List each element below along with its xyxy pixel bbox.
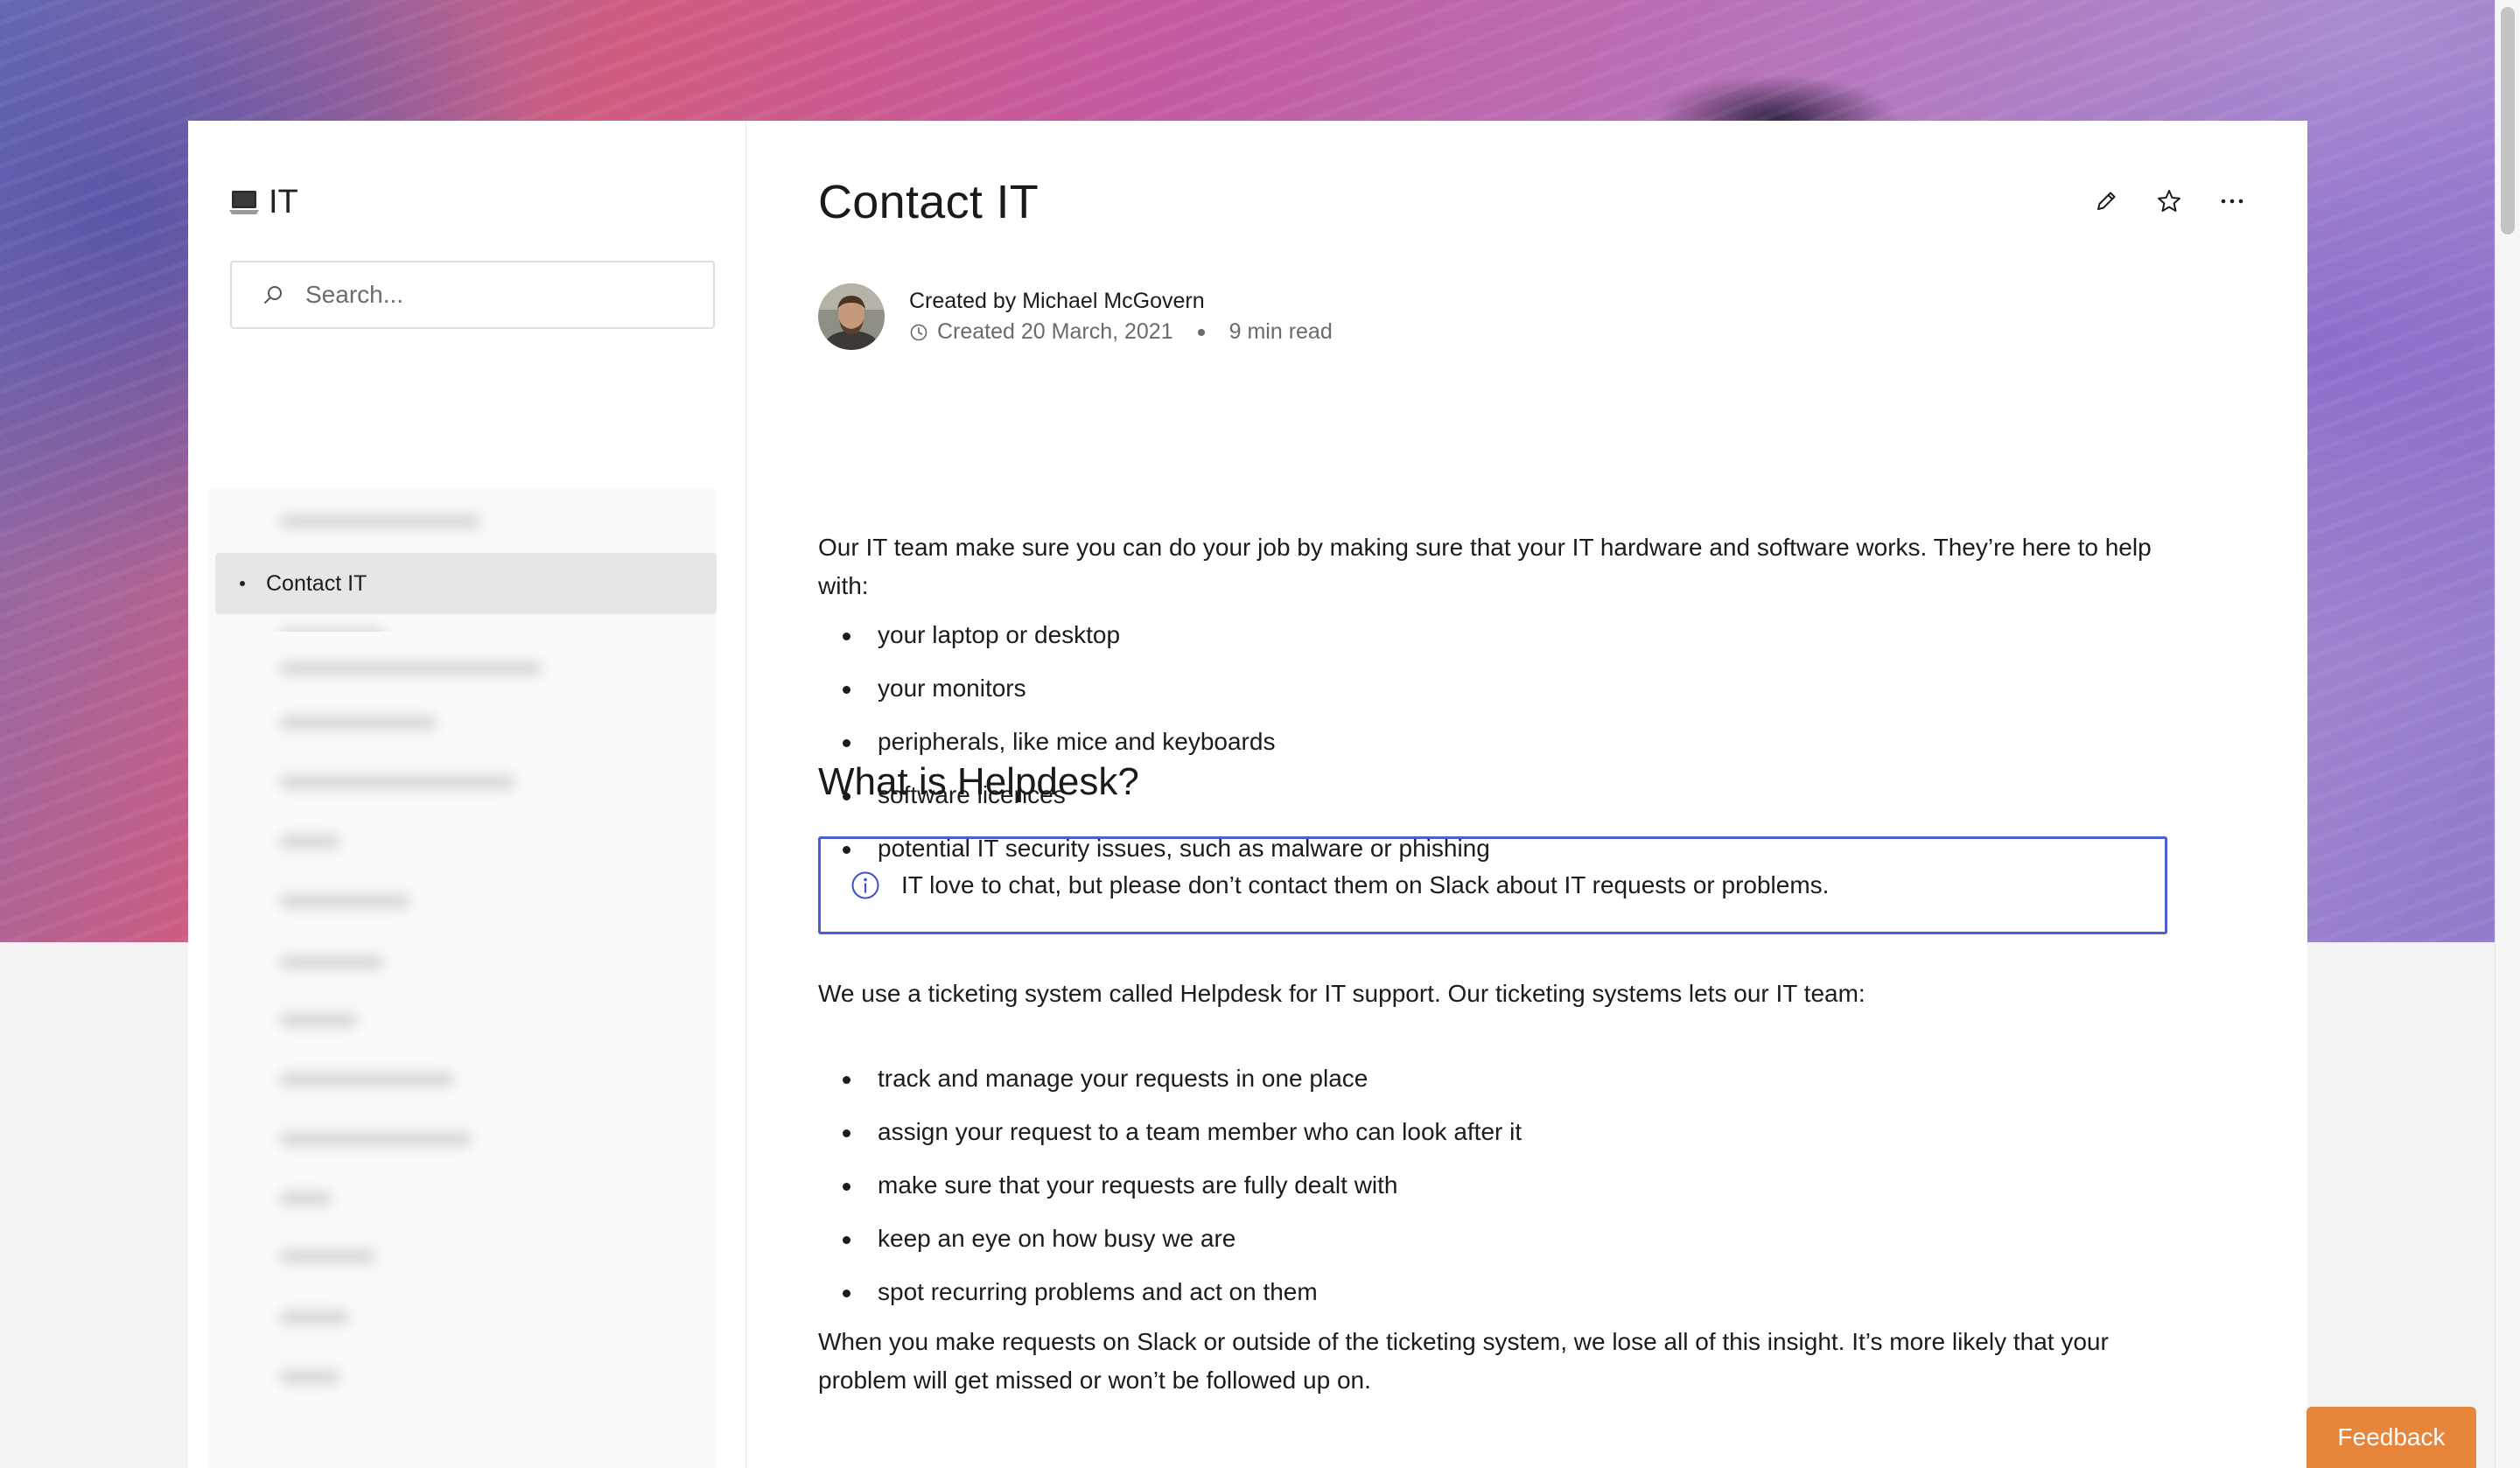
sidebar-search[interactable] <box>230 261 715 329</box>
sidebar-item-label: Contact IT <box>266 570 368 596</box>
info-panel: IT love to chat, but please don’t contac… <box>818 836 2167 934</box>
meta-separator <box>1197 328 1205 336</box>
info-icon <box>850 870 880 900</box>
list-item: make sure that your requests are fully d… <box>818 1158 1522 1212</box>
helpdesk-list: track and manage your requests in one pl… <box>818 1052 1522 1318</box>
created-date: Created 20 March, 2021 <box>937 319 1173 344</box>
help-list: your laptop or desktop your monitors per… <box>818 608 1490 875</box>
list-item: assign your request to a team member who… <box>818 1105 1522 1158</box>
edit-button[interactable] <box>2092 187 2120 215</box>
helpdesk-paragraph: We use a ticketing system called Helpdes… <box>818 980 1866 1007</box>
list-item: your laptop or desktop <box>818 608 1490 661</box>
avatar[interactable] <box>818 283 885 350</box>
space-header[interactable]: IT <box>228 184 298 221</box>
page-actions <box>2092 187 2246 215</box>
bullet-dot <box>240 581 245 586</box>
intro-paragraph: Our IT team make sure you can do your jo… <box>818 534 2152 599</box>
search-input[interactable] <box>304 280 692 310</box>
list-item: keep an eye on how busy we are <box>818 1212 1522 1265</box>
more-options-button[interactable] <box>2218 187 2246 215</box>
blurred-nav-group-bottom <box>209 632 717 1468</box>
sidebar: IT Contact IT <box>188 121 746 1468</box>
more-icon <box>2221 199 2244 204</box>
clock-icon <box>910 324 928 340</box>
closing-paragraph: When you make requests on Slack or outsi… <box>818 1328 2109 1394</box>
created-info: Created 20 March, 2021 9 min read <box>909 319 1333 345</box>
search-icon <box>262 283 284 306</box>
info-text: IT love to chat, but please don’t contac… <box>901 871 1830 898</box>
created-by: Created by Michael McGovern <box>909 289 1205 313</box>
space-name: IT <box>269 184 298 220</box>
article: Contact IT Created by Michael McGovern C… <box>746 121 2307 1468</box>
laptop-icon <box>228 187 260 219</box>
section-heading: What is Helpdesk? <box>818 760 1139 803</box>
edit-pencil-icon <box>2097 192 2116 210</box>
page-card: IT Contact IT <box>188 121 2307 1468</box>
page-meta: Created by Michael McGovern Created 20 M… <box>818 283 1333 350</box>
star-icon <box>2158 190 2180 212</box>
page-scrollbar[interactable] <box>2495 0 2520 1468</box>
page-title: Contact IT <box>818 176 1040 228</box>
scrollbar-thumb[interactable] <box>2501 7 2515 234</box>
feedback-button[interactable]: Feedback <box>2306 1407 2476 1468</box>
favorite-button[interactable] <box>2155 187 2183 215</box>
list-item: your monitors <box>818 661 1490 715</box>
read-time: 9 min read <box>1228 319 1333 344</box>
list-item: spot recurring problems and act on them <box>818 1265 1522 1318</box>
sidebar-item-contact-it[interactable]: Contact IT <box>215 553 717 614</box>
list-item: track and manage your requests in one pl… <box>818 1052 1522 1105</box>
